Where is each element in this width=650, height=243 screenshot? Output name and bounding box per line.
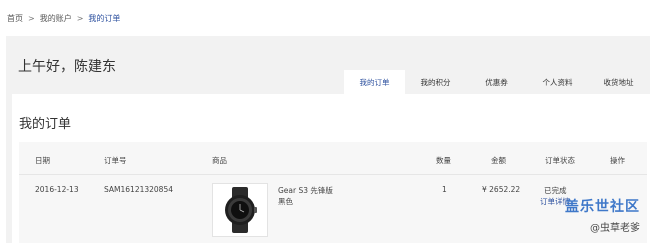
order-number: SAM16121320854: [104, 185, 173, 194]
tab-profile[interactable]: 个人资料: [527, 70, 588, 94]
tab-address[interactable]: 收货地址: [588, 70, 649, 94]
breadcrumb: 首页 > 我的账户 > 我的订单: [7, 13, 120, 24]
header-divider: [19, 174, 647, 175]
account-panel: 上午好，陈建东 我的订单 我的积分 优惠券 个人资料 收货地址 我的订单 日期 …: [6, 36, 650, 243]
order-date: 2016-12-13: [35, 185, 79, 194]
product-image[interactable]: [212, 183, 268, 237]
tab-coupons[interactable]: 优惠券: [466, 70, 527, 94]
header-quantity: 数量: [436, 156, 451, 165]
smartwatch-icon: [225, 187, 257, 233]
section-title: 我的订单: [19, 117, 72, 132]
breadcrumb-home[interactable]: 首页: [7, 13, 23, 24]
watermark-author: @虫草老爹: [590, 223, 640, 234]
product-name[interactable]: Gear S3 先锋版: [278, 185, 333, 196]
product-color: 黑色: [278, 197, 293, 206]
order-amount: ¥ 2652.22: [482, 185, 521, 194]
breadcrumb-current: 我的订单: [88, 14, 121, 23]
watermark: 盖乐世社区 @虫草老爹: [565, 196, 640, 234]
order-quantity: 1: [442, 185, 447, 194]
orders-table: 日期 订单号 商品 数量 金额 订单状态 操作 2016-12-13 SAM16…: [19, 142, 647, 243]
breadcrumb-separator: >: [76, 14, 84, 23]
order-status: 已完成: [544, 186, 567, 195]
watermark-community: 盖乐世社区: [565, 199, 640, 215]
header-date: 日期: [35, 156, 50, 165]
header-status: 订单状态: [545, 156, 575, 165]
account-tabs: 我的订单 我的积分 优惠券 个人资料 收货地址: [344, 70, 649, 94]
header-product: 商品: [212, 156, 227, 165]
orders-content: 我的订单 日期 订单号 商品 数量 金额 订单状态 操作 2016-12-13 …: [12, 94, 650, 243]
header-order-no: 订单号: [104, 156, 127, 165]
tab-my-points[interactable]: 我的积分: [405, 70, 466, 94]
header-amount: 金额: [491, 156, 506, 165]
tab-my-orders[interactable]: 我的订单: [344, 70, 405, 94]
greeting-text: 上午好，陈建东: [18, 59, 116, 75]
header-action: 操作: [610, 156, 625, 165]
breadcrumb-account[interactable]: 我的账户: [40, 13, 72, 24]
breadcrumb-separator: >: [28, 14, 35, 23]
